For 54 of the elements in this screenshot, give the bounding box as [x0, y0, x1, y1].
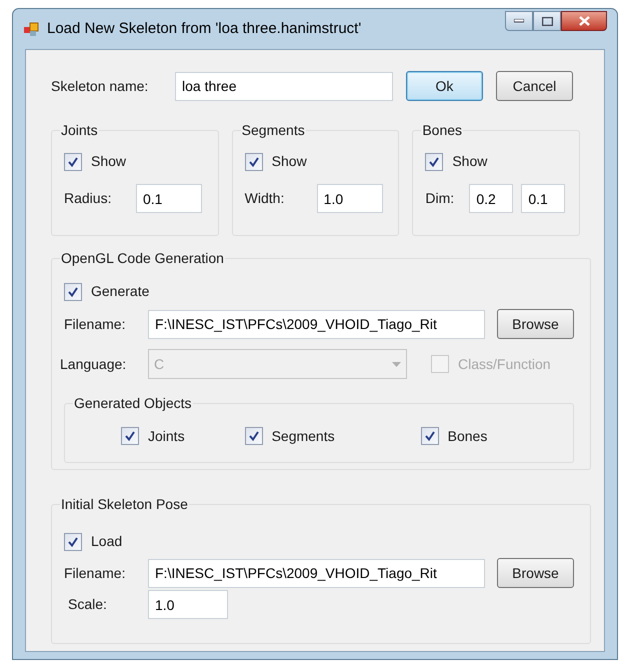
field-label: Scale: — [68, 595, 108, 614]
check-icon — [428, 156, 440, 168]
minimize-icon — [514, 19, 524, 23]
minimize-button[interactable] — [505, 11, 533, 31]
check-icon — [248, 156, 260, 168]
number-field[interactable]: 0.1 — [136, 184, 202, 213]
name-field[interactable]: loa three — [175, 72, 393, 100]
checkbox[interactable] — [244, 427, 263, 445]
checkbox[interactable] — [64, 282, 82, 300]
scale-field[interactable]: 1.0 — [148, 590, 228, 619]
checkbox-label: Generate — [91, 282, 150, 301]
checkbox[interactable] — [64, 532, 82, 550]
close-button[interactable] — [561, 11, 607, 31]
check-icon — [67, 536, 79, 548]
field-label: Language: — [60, 354, 128, 374]
checkbox[interactable] — [244, 152, 263, 170]
field-label: Width: — [244, 189, 286, 208]
checkbox-label: Load — [91, 532, 122, 551]
dropdown-arrow-icon — [392, 362, 401, 366]
field-label: Dim: — [425, 189, 456, 208]
checkbox-label: Show — [452, 152, 488, 171]
number-field[interactable]: 1.0 — [316, 184, 383, 213]
cancel-button[interactable]: Cancel — [496, 71, 573, 101]
field-label: Filename: — [64, 314, 126, 334]
number-field[interactable]: 0.2 — [469, 184, 514, 213]
browse-button[interactable]: Browse — [497, 558, 574, 588]
check-icon — [67, 286, 79, 298]
checkbox-label: Segments — [272, 426, 335, 446]
field-label: Filename: — [64, 564, 126, 582]
checkbox[interactable] — [121, 427, 139, 445]
field-label: Skeleton name: — [51, 76, 150, 96]
check-icon — [424, 430, 436, 442]
checkbox[interactable] — [425, 152, 444, 170]
filename-field[interactable]: F:\INESC_IST\PFCs\2009_VHOID_Tiago_Rit — [148, 310, 485, 338]
maximize-icon — [542, 16, 552, 26]
checkbox-label: Show — [272, 152, 307, 171]
checkbox[interactable] — [64, 152, 82, 170]
checkbox-label: Bones — [448, 426, 488, 446]
checkbox-label: Class/Function — [458, 354, 551, 374]
number-field[interactable]: 0.1 — [521, 184, 566, 213]
browse-button[interactable]: Browse — [497, 309, 574, 339]
checkbox-label: Show — [91, 152, 126, 171]
close-icon — [578, 16, 590, 26]
check-icon — [67, 156, 79, 168]
ok-button[interactable]: Ok — [406, 71, 483, 101]
check-icon — [248, 430, 260, 442]
app-icon — [23, 21, 39, 37]
checkbox-label: Joints — [148, 426, 185, 446]
window-title: Load New Skeleton from 'loa three.hanimstruct' — [47, 18, 362, 39]
maximize-button[interactable] — [533, 11, 561, 31]
checkbox[interactable] — [420, 427, 439, 445]
field-label: Radius: — [64, 189, 112, 208]
check-icon — [124, 430, 136, 442]
filename-field[interactable]: F:\INESC_IST\PFCs\2009_VHOID_Tiago_Rit — [148, 558, 485, 588]
